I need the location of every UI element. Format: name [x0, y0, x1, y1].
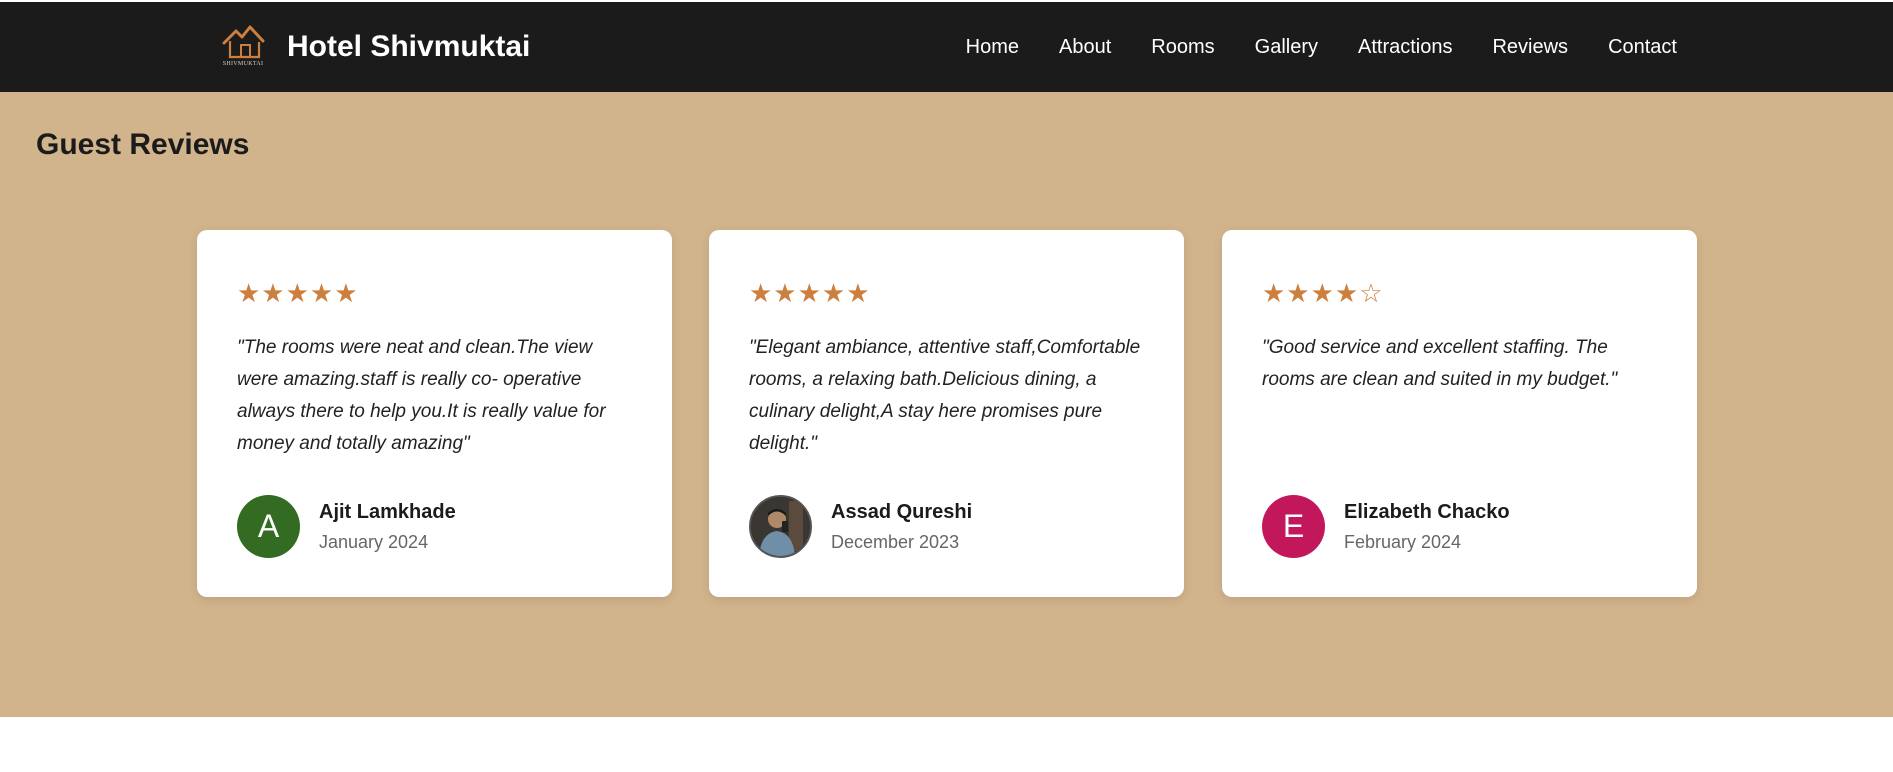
reviewer-info: A Ajit Lamkhade January 2024 [237, 495, 456, 558]
review-quote: "The rooms were neat and clean.The view … [237, 337, 606, 454]
review-quote: "Elegant ambiance, attentive staff,Comfo… [749, 337, 1141, 454]
nav-link-rooms[interactable]: Rooms [1151, 36, 1214, 59]
nav-link-attractions[interactable]: Attractions [1358, 36, 1452, 59]
review-date: February 2024 [1344, 531, 1462, 552]
review-quote: "Good service and excellent staffing. Th… [1262, 337, 1618, 390]
reviewer-name: Assad Qureshi [831, 500, 973, 523]
brand[interactable]: SHIVMUKTAI Hotel Shivmuktai [221, 2, 530, 92]
site-header: SHIVMUKTAI Hotel Shivmuktai Home About R… [0, 2, 1893, 92]
reviews-section: Guest Reviews ★★★★★ "The rooms were neat… [0, 92, 1893, 717]
reviewer-name: Ajit Lamkhade [319, 500, 456, 523]
review-card: ★★★★★ "The rooms were neat and clean.The… [197, 230, 672, 597]
section-title: Guest Reviews [36, 128, 250, 161]
logo-text: SHIVMUKTAI [222, 61, 264, 67]
nav-link-reviews[interactable]: Reviews [1492, 36, 1568, 59]
person-photo-icon [751, 497, 810, 556]
avatar: A [237, 495, 300, 558]
avatar-photo [749, 495, 812, 558]
hotel-logo-icon: SHIVMUKTAI [221, 23, 265, 71]
star-rating-icon: ★★★★☆ [1262, 278, 1384, 308]
nav-link-home[interactable]: Home [966, 36, 1019, 59]
brand-name: Hotel Shivmuktai [287, 30, 531, 63]
review-card: ★★★★★ "Elegant ambiance, attentive staff… [709, 230, 1184, 597]
nav-link-gallery[interactable]: Gallery [1255, 36, 1318, 59]
review-card: ★★★★☆ "Good service and excellent staffi… [1222, 230, 1697, 597]
star-rating-icon: ★★★★★ [749, 278, 871, 308]
review-date: December 2023 [831, 531, 960, 552]
main-nav: Home About Rooms Gallery Attractions Rev… [966, 2, 1677, 92]
nav-link-about[interactable]: About [1059, 36, 1111, 59]
reviewer-info: E Elizabeth Chacko February 2024 [1262, 495, 1510, 558]
reviewer-name: Elizabeth Chacko [1344, 500, 1510, 523]
review-date: January 2024 [319, 531, 429, 552]
star-rating-icon: ★★★★★ [237, 278, 359, 308]
reviewer-info: Assad Qureshi December 2023 [749, 495, 972, 558]
avatar: E [1262, 495, 1325, 558]
nav-link-contact[interactable]: Contact [1608, 36, 1677, 59]
